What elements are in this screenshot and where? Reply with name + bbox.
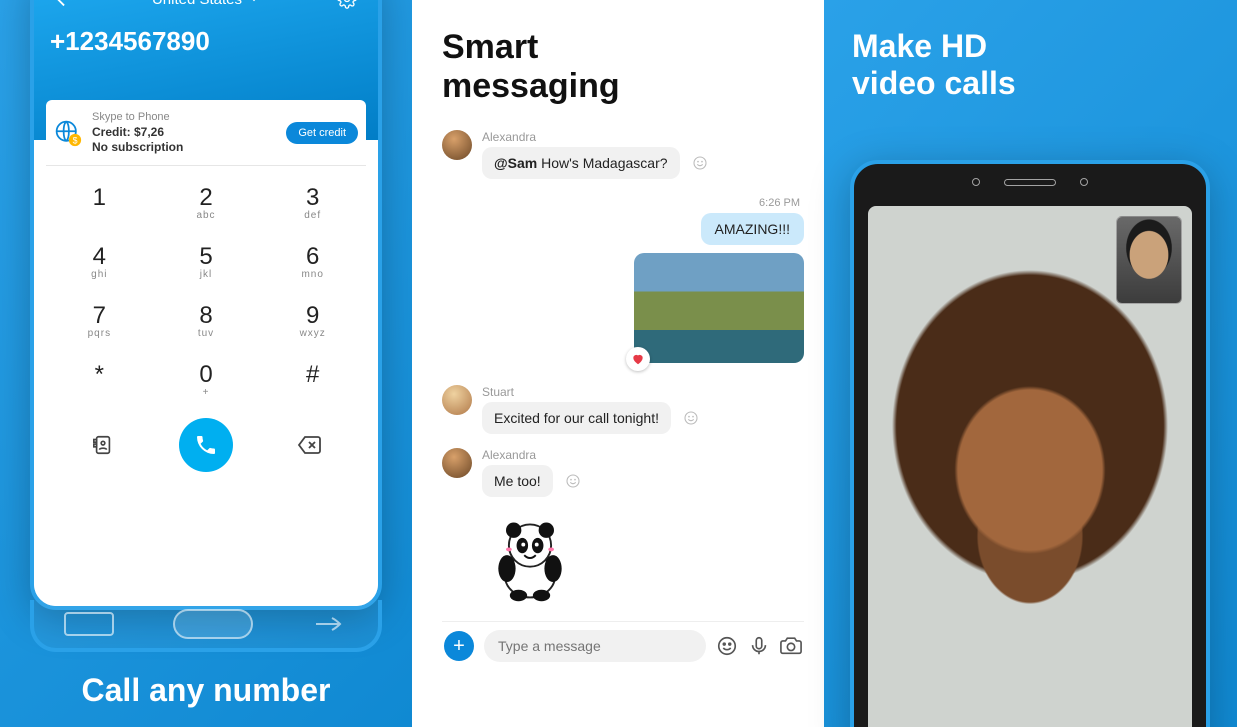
dial-key-6[interactable]: 6mno — [259, 231, 366, 290]
phone-speaker — [972, 178, 1088, 186]
back-arrow-icon[interactable] — [50, 0, 80, 14]
camera-icon[interactable] — [780, 635, 802, 657]
panel2-cap-l1: Smart — [442, 28, 538, 66]
message-text: Excited for our call tonight! — [494, 410, 659, 426]
chevron-down-icon — [248, 0, 260, 5]
number-display: +1234567890 — [50, 26, 362, 57]
credit-row: $ Skype to Phone Credit: $7,26 No subscr… — [46, 100, 366, 166]
video-call-pip[interactable] — [1116, 216, 1182, 304]
message-bubble[interactable]: Me too! — [482, 465, 553, 497]
message-input-row: + — [442, 621, 804, 674]
video-call-main[interactable] — [868, 206, 1192, 727]
panel2-cap-l2: messaging — [442, 67, 620, 105]
panel2-caption: Smart messaging — [442, 28, 620, 106]
sender-name: Stuart — [482, 385, 804, 399]
heart-reaction-icon[interactable] — [626, 347, 650, 371]
message-row-right: AMAZING!!! — [442, 213, 804, 245]
react-smiley-icon[interactable] — [683, 410, 699, 426]
emoji-icon[interactable] — [716, 635, 738, 657]
message-text: How's Madagascar? — [537, 155, 667, 171]
panel-video-calls: Make HD video calls — [824, 0, 1237, 727]
add-attachment-button[interactable]: + — [444, 631, 474, 661]
settings-gear-icon[interactable] — [332, 0, 362, 14]
chat-thread: Alexandra @Sam How's Madagascar? 6:26 PM… — [442, 130, 804, 727]
react-smiley-icon[interactable] — [692, 155, 708, 171]
recents-nav-icon[interactable] — [64, 612, 114, 636]
message-text: Me too! — [494, 473, 541, 489]
backspace-icon[interactable] — [294, 430, 324, 460]
credit-label: Skype to Phone — [92, 110, 276, 125]
dial-key-#[interactable]: # — [259, 349, 366, 408]
mention: @Sam — [494, 155, 537, 171]
panel-smart-messaging: Smart messaging Alexandra @Sam How's Mad… — [412, 0, 824, 727]
message-group: Alexandra @Sam How's Madagascar? — [442, 130, 804, 179]
dial-key-7[interactable]: 7pqrs — [46, 290, 153, 349]
dial-key-5[interactable]: 5jkl — [153, 231, 260, 290]
dial-key-1[interactable]: 1 — [46, 172, 153, 231]
my-message-bubble[interactable]: AMAZING!!! — [701, 213, 804, 245]
dial-key-3[interactable]: 3def — [259, 172, 366, 231]
panel1-caption: Call any number — [0, 672, 412, 709]
sender-name: Alexandra — [482, 448, 804, 462]
message-bubble[interactable]: Excited for our call tonight! — [482, 402, 671, 434]
skype-credit-globe-icon: $ — [54, 119, 82, 147]
home-nav-icon[interactable] — [173, 609, 253, 639]
message-row-right — [442, 253, 804, 363]
dial-key-2[interactable]: 2abc — [153, 172, 260, 231]
message-input[interactable] — [484, 630, 706, 662]
message-group: Alexandra Me too! — [442, 448, 804, 497]
credit-text: Skype to Phone Credit: $7,26 No subscrip… — [92, 110, 276, 155]
panda-sticker[interactable] — [482, 511, 578, 607]
phone-earpiece-icon — [1004, 179, 1056, 186]
avatar-stuart[interactable] — [442, 385, 472, 415]
credit-subscription: No subscription — [92, 140, 183, 154]
contacts-icon[interactable] — [88, 430, 118, 460]
phone-frame-video — [850, 160, 1210, 727]
dial-key-8[interactable]: 8tuv — [153, 290, 260, 349]
panel3-caption: Make HD video calls — [852, 28, 1016, 102]
react-smiley-icon[interactable] — [565, 473, 581, 489]
dial-key-*[interactable]: * — [46, 349, 153, 408]
dial-key-9[interactable]: 9wxyz — [259, 290, 366, 349]
country-label: United States — [152, 0, 242, 8]
get-credit-button[interactable]: Get credit — [286, 122, 358, 144]
phone-camera-icon — [1080, 178, 1088, 186]
panel3-cap-l1: Make HD — [852, 28, 987, 64]
country-selector[interactable]: United States — [152, 0, 260, 8]
panel-call-any-number: United States +1234567890 $ — [0, 0, 412, 727]
avatar-alexandra[interactable] — [442, 448, 472, 478]
android-nav-bar — [30, 600, 382, 652]
phone-frame-dialer: United States +1234567890 $ — [30, 0, 382, 610]
dial-key-4[interactable]: 4ghi — [46, 231, 153, 290]
message-group: Stuart Excited for our call tonight! — [442, 385, 804, 434]
svg-text:$: $ — [73, 135, 78, 145]
credit-amount: Credit: $7,26 — [92, 125, 164, 139]
panel3-cap-l2: video calls — [852, 65, 1016, 101]
timestamp: 6:26 PM — [442, 197, 800, 209]
sender-name: Alexandra — [482, 130, 804, 144]
avatar-alexandra[interactable] — [442, 130, 472, 160]
phone-sensor-icon — [972, 178, 980, 186]
dial-pad: 12abc3def 4ghi5jkl6mno 7pqrs8tuv9wxyz *0+# — [46, 172, 366, 408]
back-nav-icon[interactable] — [312, 612, 348, 636]
call-button[interactable] — [179, 418, 233, 472]
message-bubble[interactable]: @Sam How's Madagascar? — [482, 147, 680, 179]
dialer-body: $ Skype to Phone Credit: $7,26 No subscr… — [34, 140, 378, 606]
image-attachment[interactable] — [634, 253, 804, 363]
dial-key-0[interactable]: 0+ — [153, 349, 260, 408]
microphone-icon[interactable] — [748, 635, 770, 657]
